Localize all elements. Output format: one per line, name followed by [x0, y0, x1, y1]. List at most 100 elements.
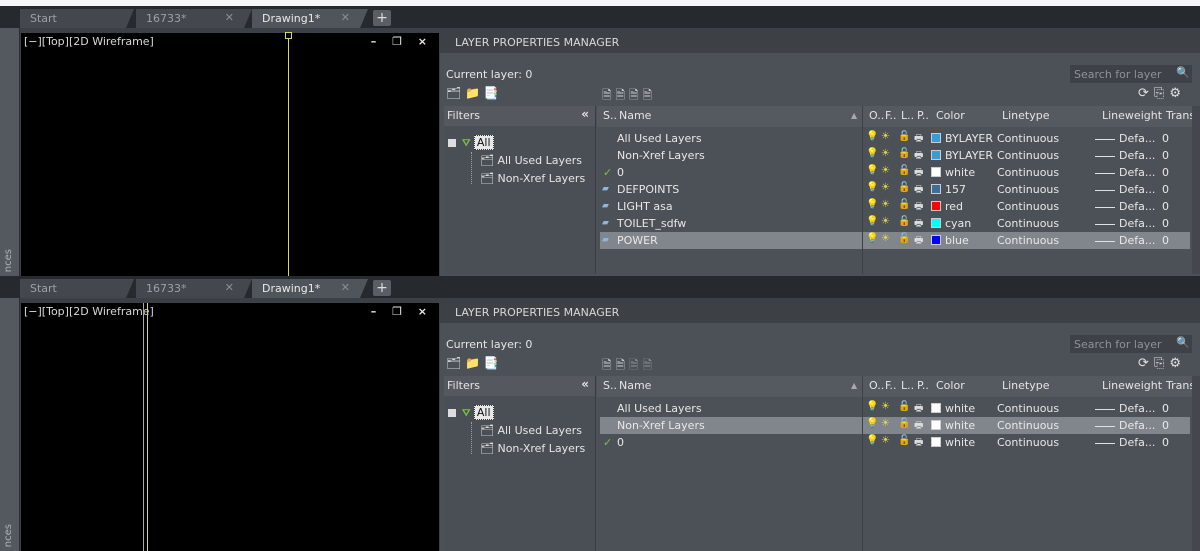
transparency[interactable]: 0: [1162, 234, 1169, 247]
tab-drawing1[interactable]: Drawing1* ✕: [252, 279, 368, 298]
table-row[interactable]: All Used Layers 💡 ☀ 🔓 🖶 white Continuous Defa..…: [600, 400, 1190, 417]
plot-icon[interactable]: 🖶: [914, 401, 923, 418]
sun-icon[interactable]: ☀: [881, 148, 890, 159]
grip-marker[interactable]: [285, 32, 292, 39]
linetype[interactable]: Continuous: [997, 149, 1059, 162]
linetype[interactable]: Continuous: [997, 200, 1059, 213]
linetype[interactable]: Continuous: [997, 402, 1059, 415]
transparency[interactable]: 0: [1162, 149, 1169, 162]
linetype[interactable]: Continuous: [997, 436, 1059, 449]
table-row[interactable]: ▰ DEFPOINTS 💡 ☀ 🔓 🖶 157 Continuous Defa... 0: [600, 181, 1190, 198]
close-icon[interactable]: ✕: [225, 11, 234, 24]
new-tab-button[interactable]: +: [373, 10, 391, 26]
lock-icon[interactable]: 🔓: [898, 216, 910, 227]
viewport-window-controls[interactable]: – ❐ ×: [371, 35, 433, 48]
side-palette-strip[interactable]: nces: [0, 298, 20, 551]
new-tab-button[interactable]: +: [373, 280, 391, 296]
tree-node-all[interactable]: ⛛ All: [448, 405, 494, 420]
tab-drawing1[interactable]: Drawing1* ✕: [252, 9, 368, 28]
lock-icon[interactable]: 🔓: [898, 199, 910, 210]
sun-icon[interactable]: ☀: [881, 131, 890, 142]
lightbulb-icon[interactable]: 💡: [866, 401, 878, 412]
transparency[interactable]: 0: [1162, 419, 1169, 432]
collapse-icon[interactable]: [448, 409, 456, 417]
lightbulb-icon[interactable]: 💡: [866, 435, 878, 446]
layer-color[interactable]: white: [931, 419, 975, 432]
table-row[interactable]: ✓ 0 💡 ☀ 🔓 🖶 white Continuous Defa... 0: [600, 434, 1190, 451]
collapse-chevron-icon[interactable]: «: [581, 377, 589, 391]
sun-icon[interactable]: ☀: [881, 216, 890, 227]
table-row[interactable]: ▰ TOILET_sdfw 💡 ☀ 🔓 🖶 cyan Continuous Defa... 0: [600, 215, 1190, 232]
plot-icon[interactable]: 🖶: [914, 182, 923, 199]
tree-node-all[interactable]: ⛛ All: [448, 135, 494, 150]
search-layer-input[interactable]: Search for layer 🔍: [1070, 335, 1192, 353]
new-layer-icon[interactable]: 🗎: [602, 358, 612, 372]
sun-icon[interactable]: ☀: [881, 182, 890, 193]
refresh-icon[interactable]: ⟳: [1138, 356, 1154, 371]
plot-icon[interactable]: 🖶: [914, 233, 923, 250]
tab-16733[interactable]: 16733* ✕: [136, 279, 252, 298]
layer-color[interactable]: cyan: [931, 217, 971, 230]
layer-color[interactable]: blue: [931, 234, 969, 247]
close-icon[interactable]: ✕: [341, 11, 350, 24]
plot-icon[interactable]: 🖶: [914, 165, 923, 182]
plot-icon[interactable]: 🖶: [914, 435, 923, 452]
layer-states-icon[interactable]: 📑: [484, 356, 499, 370]
new-group-filter-icon[interactable]: 📁: [465, 356, 480, 370]
lock-icon[interactable]: 🔓: [898, 131, 910, 142]
transparency[interactable]: 0: [1162, 132, 1169, 145]
grid-scrollbar[interactable]: [1192, 106, 1200, 274]
layer-color[interactable]: white: [931, 402, 975, 415]
set-current-icon[interactable]: 🗎: [642, 358, 652, 372]
sun-icon[interactable]: ☀: [881, 165, 890, 176]
table-row[interactable]: ▰ LIGHT asa 💡 ☀ 🔓 🖶 red Continuous Defa... 0: [600, 198, 1190, 215]
linetype[interactable]: Continuous: [997, 234, 1059, 247]
lock-icon[interactable]: 🔓: [898, 182, 910, 193]
sun-icon[interactable]: ☀: [881, 199, 890, 210]
delete-layer-icon[interactable]: 🗎: [629, 358, 639, 372]
lineweight[interactable]: Defa...: [1095, 419, 1155, 432]
lightbulb-icon[interactable]: 💡: [866, 216, 878, 227]
tree-node-nonxref[interactable]: 🗂 Non-Xref Layers: [480, 172, 585, 185]
sun-icon[interactable]: ☀: [881, 418, 890, 429]
lock-icon[interactable]: 🔓: [898, 165, 910, 176]
transparency[interactable]: 0: [1162, 217, 1169, 230]
lineweight[interactable]: Defa...: [1095, 200, 1155, 213]
side-palette-strip[interactable]: nces: [0, 28, 20, 276]
linetype[interactable]: Continuous: [997, 166, 1059, 179]
lightbulb-icon[interactable]: 💡: [866, 182, 878, 193]
plot-icon[interactable]: 🖶: [914, 199, 923, 216]
plot-icon[interactable]: 🖶: [914, 148, 923, 165]
viewport-label[interactable]: [−][Top][2D Wireframe]: [24, 305, 154, 318]
plot-icon[interactable]: 🖶: [914, 216, 923, 233]
new-group-filter-icon[interactable]: 📁: [465, 86, 480, 100]
lineweight[interactable]: Defa...: [1095, 166, 1155, 179]
lineweight[interactable]: Defa...: [1095, 183, 1155, 196]
export-icon[interactable]: ⎘: [1154, 86, 1169, 101]
lock-icon[interactable]: 🔓: [898, 435, 910, 446]
tab-16733[interactable]: 16733* ✕: [136, 9, 252, 28]
search-layer-input[interactable]: Search for layer 🔍: [1070, 65, 1192, 83]
table-row[interactable]: Non-Xref Layers 💡 ☀ 🔓 🖶 white Continuous Defa..…: [600, 417, 1190, 434]
linetype[interactable]: Continuous: [997, 419, 1059, 432]
linetype[interactable]: Continuous: [997, 132, 1059, 145]
layer-color[interactable]: 157: [931, 183, 966, 196]
transparency[interactable]: 0: [1162, 200, 1169, 213]
tree-node-used[interactable]: 🗂 All Used Layers: [480, 154, 582, 167]
tab-start[interactable]: Start: [20, 9, 134, 28]
layer-color[interactable]: white: [931, 436, 975, 449]
table-row[interactable]: All Used Layers 💡 ☀ 🔓 🖶 BYLAYER Continuous Defa…: [600, 130, 1190, 147]
new-property-filter-icon[interactable]: 🗂: [446, 86, 461, 100]
lightbulb-icon[interactable]: 💡: [866, 165, 878, 176]
gear-icon[interactable]: ⚙: [1169, 86, 1186, 101]
lock-icon[interactable]: 🔓: [898, 418, 910, 429]
tab-start[interactable]: Start: [20, 279, 134, 298]
table-row[interactable]: ▰ POWER 💡 ☀ 🔓 🖶 blue Continuous Defa... 0: [600, 232, 1190, 249]
drawing-viewport[interactable]: [−][Top][2D Wireframe] – ❐ ×: [21, 303, 439, 551]
new-layer-vp-frozen-icon[interactable]: 🗎: [615, 88, 625, 102]
layer-color[interactable]: BYLAYER: [931, 132, 993, 145]
lightbulb-icon[interactable]: 💡: [866, 233, 878, 244]
close-icon[interactable]: ✕: [341, 281, 350, 294]
linetype[interactable]: Continuous: [997, 217, 1059, 230]
table-row[interactable]: ✓ 0 💡 ☀ 🔓 🖶 white Continuous Defa... 0: [600, 164, 1190, 181]
